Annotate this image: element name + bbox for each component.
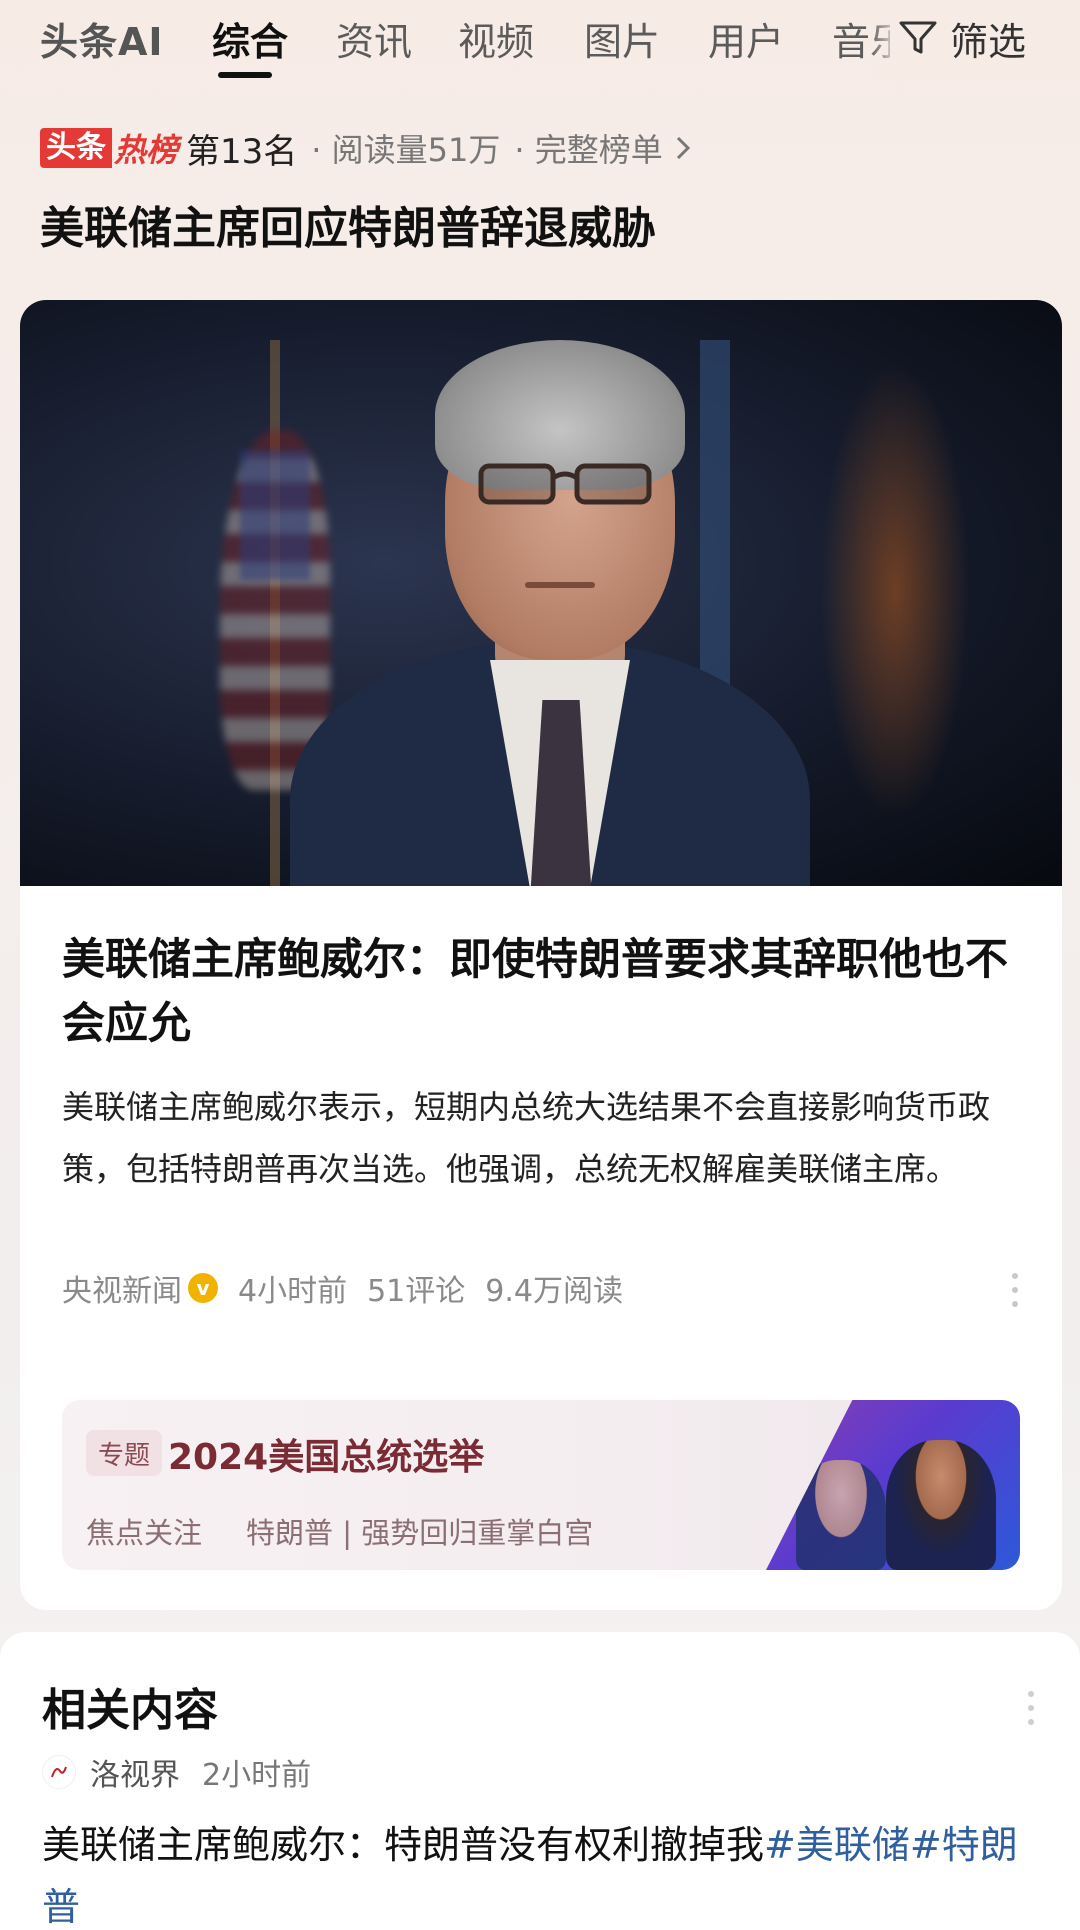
article-time: 4小时前 xyxy=(238,1274,348,1309)
glasses-icon xyxy=(478,463,652,505)
verified-badge-icon: v xyxy=(188,1273,218,1303)
article-hero-image[interactable] xyxy=(20,300,1062,886)
article-card[interactable]: 美联储主席鲍威尔：即使特朗普要求其辞职他也不会应允 美联储主席鲍威尔表示，短期内… xyxy=(20,300,1062,1610)
hot-rank: 第13名 xyxy=(186,131,298,172)
tab-comprehensive[interactable]: 综合 xyxy=(212,10,288,66)
article-meta: 央视新闻 v 4小时前 51评论 9.4万阅读 xyxy=(62,1266,643,1310)
article-summary: 美联储主席鲍威尔表示，短期内总统大选结果不会直接影响货币政策，包括特朗普再次当选… xyxy=(62,1088,991,1188)
tab-users[interactable]: 用户 xyxy=(708,10,784,66)
tab-images[interactable]: 图片 xyxy=(584,10,660,66)
related-more-icon[interactable] xyxy=(1024,1688,1038,1728)
topic-image-person-right xyxy=(886,1440,996,1570)
top-tab-bar: 头条AI 综合 资讯 视频 图片 用户 音乐 筛选 xyxy=(0,0,1080,80)
author-avatar-icon xyxy=(51,1766,67,1778)
article-reads: 9.4万阅读 xyxy=(485,1274,623,1309)
tab-video[interactable]: 视频 xyxy=(458,10,534,66)
more-options-icon[interactable] xyxy=(1008,1270,1022,1310)
topic-tag: 专题 xyxy=(86,1430,163,1476)
topic-image xyxy=(766,1400,1020,1570)
topic-banner[interactable]: 专题 2024美国总统选举 焦点关注 特朗普 | 强势回归重掌白宫 xyxy=(62,1400,1020,1570)
related-author-name: 洛视界 xyxy=(90,1758,180,1793)
topic-image-person-left xyxy=(796,1460,886,1570)
tab-news[interactable]: 资讯 xyxy=(336,10,412,66)
full-list-link[interactable]: · 完整榜单 xyxy=(514,125,662,171)
flag-union xyxy=(240,450,310,580)
chevron-right-icon xyxy=(676,136,690,160)
topic-subline: 焦点关注 特朗普 | 强势回归重掌白宫 xyxy=(86,1510,593,1552)
hot-reads: · 阅读量51万 xyxy=(311,131,501,169)
related-text-main: 美联储主席鲍威尔：特朗普没有权利撤掉我 xyxy=(42,1823,765,1867)
related-section: 相关内容 洛视界 2小时前 美联储主席鲍威尔：特朗普没有权利撤掉我#美联储#特朗… xyxy=(0,1632,1080,1930)
page-headline: 美联储主席回应特朗普辞退威胁 xyxy=(40,203,656,254)
related-title: 相关内容 xyxy=(42,1685,218,1736)
related-time: 2小时前 xyxy=(202,1758,312,1793)
topic-title: 2024美国总统选举 xyxy=(168,1437,485,1478)
article-comments: 51评论 xyxy=(367,1274,466,1309)
background-lamp xyxy=(820,360,970,820)
filter-icon xyxy=(899,21,937,54)
filter-label: 筛选 xyxy=(950,19,1027,64)
author-avatar xyxy=(42,1755,76,1789)
hot-list-row[interactable]: 头条 热榜 第13名 · 阅读量51万 · 完整榜单 xyxy=(40,122,691,174)
person-mouth xyxy=(525,582,595,588)
hashtag-fed[interactable]: #美联储 xyxy=(764,1823,910,1867)
hot-badge-hotlist: 热榜 xyxy=(114,131,179,169)
filter-button[interactable]: 筛选 xyxy=(898,10,1026,66)
topic-sub-label: 焦点关注 xyxy=(86,1516,203,1550)
toutiao-ai-logo[interactable]: 头条AI xyxy=(40,10,164,66)
hot-badge-toutiao: 头条 xyxy=(40,128,112,168)
related-post-text[interactable]: 美联储主席鲍威尔：特朗普没有权利撤掉我#美联储#特朗普 xyxy=(42,1814,1042,1930)
related-author-row[interactable]: 洛视界 2小时前 xyxy=(42,1750,311,1794)
active-tab-indicator xyxy=(218,72,272,78)
topic-sub-text: 特朗普 | 强势回归重掌白宫 xyxy=(246,1516,594,1550)
article-source[interactable]: 央视新闻 xyxy=(62,1266,182,1310)
article-title[interactable]: 美联储主席鲍威尔：即使特朗普要求其辞职他也不会应允 xyxy=(62,928,1022,1056)
